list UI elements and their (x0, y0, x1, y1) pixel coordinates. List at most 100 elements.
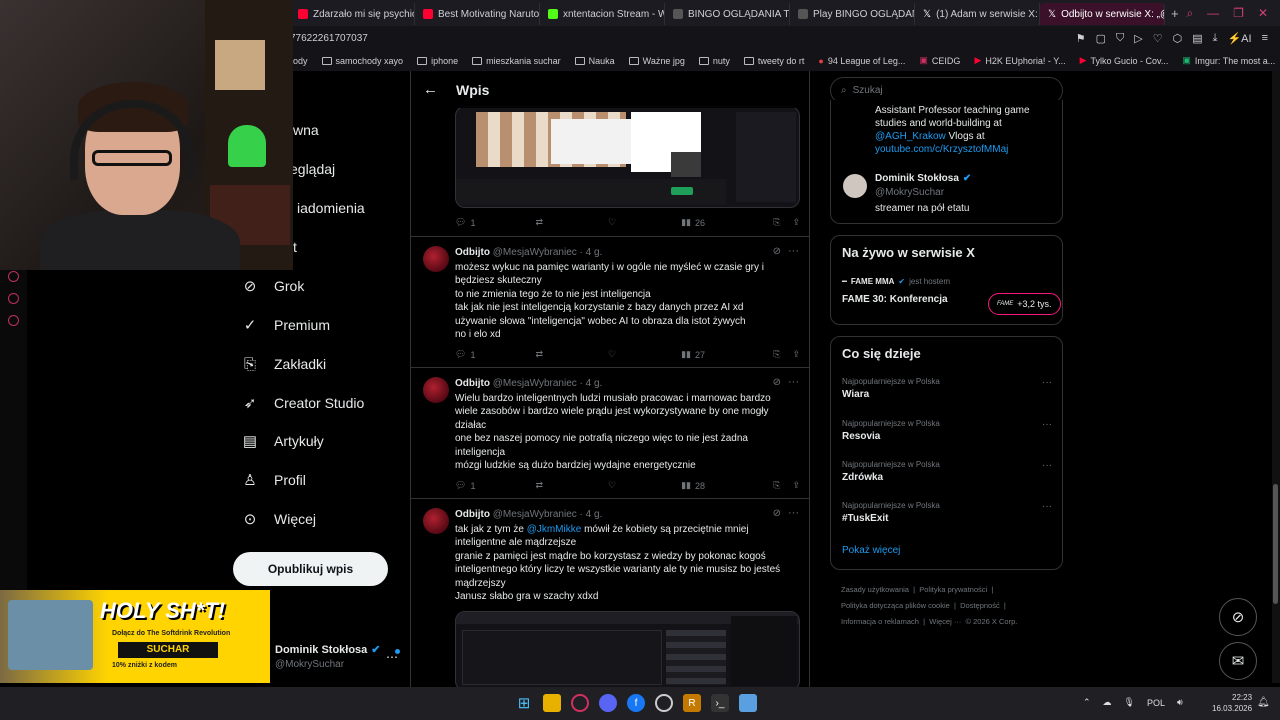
repost-icon[interactable]: ⇄ (535, 349, 543, 360)
trend-item[interactable]: Najpopularniejsze w Polska Zdrówka ··· (842, 460, 1052, 483)
extension-icon[interactable] (8, 293, 19, 304)
browser-tab[interactable]: xntentacion Stream - Wat (540, 3, 665, 25)
bookmark-icon[interactable]: ⎘ (773, 217, 780, 228)
embedded-screenshot[interactable] (455, 106, 800, 208)
mention-link[interactable]: @JkmMikke (527, 524, 582, 535)
like-icon[interactable]: ♡ (608, 349, 616, 360)
terminal-icon[interactable]: ›_ (711, 694, 729, 712)
reply-icon[interactable]: 💬︎ 1 (455, 217, 475, 228)
notification-bell-icon[interactable]: 🔔︎ (1257, 697, 1270, 708)
bookmark-item[interactable]: iphone (417, 56, 458, 66)
tweet[interactable]: Odbijto @MesjaWybraniec · 4 g. ⊘ ··· moż… (411, 237, 809, 368)
menu-icon[interactable]: ≡ (1262, 32, 1268, 45)
bookmark-icon[interactable]: ⎘ (773, 349, 780, 360)
trend-item[interactable]: Najpopularniejsze w Polska Wiara ··· (842, 377, 1052, 400)
live-listeners-badge[interactable]: FAME +3,2 tys. (988, 293, 1061, 315)
views-icon[interactable]: ▮▮ 26 (681, 217, 705, 228)
nav-bookmarks[interactable]: ⎘ Zakładki (240, 352, 326, 376)
nav-premium[interactable]: ✓ Premium (240, 313, 330, 337)
app-icon[interactable]: R (683, 694, 701, 712)
bookmark-item[interactable]: ▣ Imgur: The most a... (1182, 55, 1275, 66)
share-icon[interactable]: ⇪ (792, 217, 800, 228)
bookmark-item[interactable]: ● 94 League of Leg... (818, 56, 905, 66)
screenshot-icon[interactable]: ▢ (1096, 32, 1106, 45)
live-card[interactable]: Na żywo w serwisie X ━ FAME MMA ✔ jest host… (830, 235, 1063, 325)
more-icon[interactable]: ··· (788, 376, 799, 388)
scrollbar-thumb[interactable] (1273, 484, 1278, 604)
cloud-icon[interactable]: ☁ (1103, 697, 1112, 708)
browser-tab[interactable]: Zdarzało mi się psychicz (290, 3, 415, 25)
like-icon[interactable]: ♡ (608, 480, 616, 491)
bookmark-item[interactable]: ▶ H2K EUphoria! - Y... (974, 55, 1065, 66)
tweet[interactable]: Odbijto @MesjaWybraniec · 4 g. ⊘ ··· Wie… (411, 368, 809, 499)
share-icon[interactable]: ⇪ (792, 349, 800, 360)
bookmark-item[interactable]: mieszkania suchar (472, 56, 561, 66)
shield-icon[interactable]: ⛉ (1116, 32, 1124, 45)
reply-icon[interactable]: 💬︎ 1 (455, 480, 475, 491)
back-arrow-icon[interactable]: ← (423, 81, 438, 98)
avatar[interactable] (423, 246, 449, 272)
bookmark-item[interactable]: ▣ CEIDG (919, 55, 960, 66)
messages-fab-icon[interactable]: ✉ (1219, 642, 1257, 680)
close-window-icon[interactable]: ✕ (1258, 6, 1268, 21)
nav-grok[interactable]: ⊘ Grok (240, 274, 305, 298)
search-tabs-icon[interactable]: ⌕ (1186, 6, 1193, 21)
youtube-link[interactable]: youtube.com/c/KrzysztofMMaj (875, 143, 1055, 156)
live-title[interactable]: FAME 30: Konferencja (842, 294, 948, 305)
ai-icon[interactable]: ⚡AI (1227, 32, 1251, 45)
nav-home-partial[interactable]: wna (293, 118, 319, 142)
extensions-icon[interactable]: ⬡ (1173, 32, 1183, 45)
share-icon[interactable]: ⇪ (792, 480, 800, 491)
notepad-icon[interactable] (739, 694, 757, 712)
clock-icon[interactable] (8, 271, 19, 282)
grok-icon[interactable]: ⊘ (773, 508, 781, 519)
trend-item[interactable]: Najpopularniejsze w Polska Resovia ··· (842, 419, 1052, 442)
discord-icon[interactable] (599, 694, 617, 712)
file-explorer-icon[interactable] (543, 694, 561, 712)
new-tab-icon[interactable]: + (1165, 6, 1185, 21)
browser-tab-active[interactable]: 𝕏Odbijto w serwisie X: „@k✕ (1040, 3, 1165, 25)
browser-icon[interactable] (571, 694, 589, 712)
nav-explore-partial[interactable]: eglądaj (290, 157, 335, 181)
user-name[interactable]: Dominik Stokłosa ✔ (875, 173, 971, 184)
show-more-link[interactable]: Pokaż więcej (842, 545, 900, 556)
like-icon[interactable]: ♡ (608, 217, 616, 228)
browser-tab[interactable]: BINGO OGLĄDANIA TYRA (665, 3, 790, 25)
bookmark-item[interactable]: Nauka (574, 56, 615, 66)
views-icon[interactable]: ▮▮ 27 (681, 349, 705, 360)
clock[interactable]: 22:23 16.03.2026 (1212, 692, 1252, 714)
embedded-screenshot[interactable] (455, 611, 800, 687)
minimize-icon[interactable]: — (1207, 6, 1219, 21)
repost-icon[interactable]: ⇄ (535, 480, 543, 491)
avatar[interactable] (423, 508, 449, 534)
repost-icon[interactable]: ⇄ (535, 217, 543, 228)
bookmark-icon[interactable]: ⎘ (773, 480, 780, 491)
wallet-icon[interactable]: ▤ (1192, 32, 1202, 45)
windows-start-icon[interactable]: ⊞ (515, 694, 533, 712)
grok-icon[interactable]: ⊘ (773, 377, 781, 388)
nav-profile[interactable]: ♙ Profil (240, 468, 306, 492)
views-icon[interactable]: ▮▮ 28 (681, 480, 705, 491)
browser-tab[interactable]: 𝕏 (1) Adam w serwisie X: „C (915, 3, 1040, 25)
trend-item[interactable]: Najpopularniejsze w Polska #TuskExit ··· (842, 501, 1052, 524)
heart-icon[interactable]: ♡ (1153, 32, 1163, 45)
nav-more[interactable]: ⊙ Więcej (240, 507, 316, 531)
post-button[interactable]: Opublikuj wpis (233, 552, 388, 586)
more-icon[interactable]: ··· (1042, 501, 1052, 512)
settings-icon[interactable] (8, 315, 19, 326)
facebook-icon[interactable]: f (627, 694, 645, 712)
more-icon[interactable]: ··· (788, 245, 799, 257)
download-icon[interactable]: ⤓ (1213, 32, 1218, 45)
mic-icon[interactable]: 🎙︎ (1124, 697, 1135, 708)
chevron-up-icon[interactable]: ⌃ (1083, 697, 1091, 708)
grok-fab-icon[interactable]: ⊘ (1219, 598, 1257, 636)
avatar[interactable] (423, 377, 449, 403)
more-icon[interactable]: ··· (1042, 377, 1052, 388)
nav-creator-studio[interactable]: ➶ Creator Studio (240, 391, 365, 415)
bookmark-item[interactable]: tweety do rt (743, 56, 804, 66)
browser-tab[interactable]: Best Motivating Naruto S (415, 3, 540, 25)
play-icon[interactable]: ▷ (1134, 32, 1142, 45)
bookmark-item[interactable]: samochody xayo (321, 56, 403, 66)
grok-icon[interactable]: ⊘ (773, 246, 781, 257)
browser-tab[interactable]: Play BINGO OGLĄDANIA (790, 3, 915, 25)
